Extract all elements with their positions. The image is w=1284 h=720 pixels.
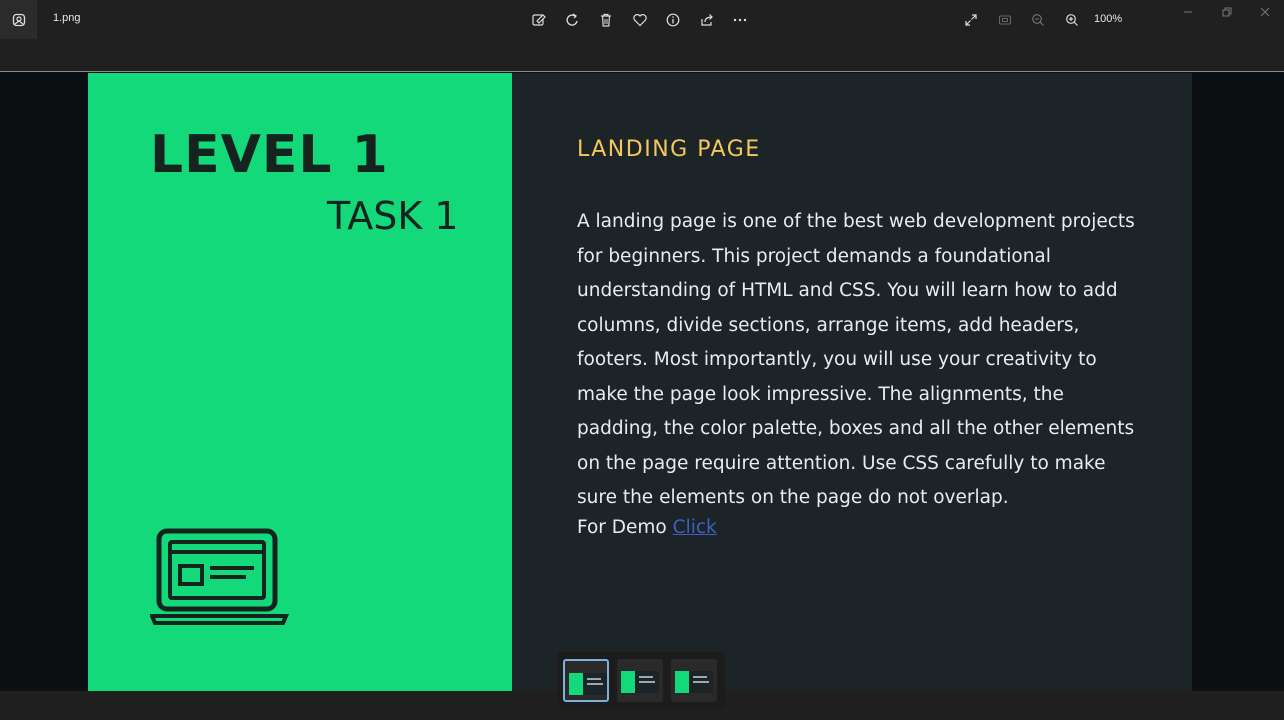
info-icon[interactable] <box>663 10 683 30</box>
filmstrip <box>557 652 725 708</box>
content-body: A landing page is one of the best web de… <box>577 211 1135 508</box>
photos-app-icon[interactable] <box>0 0 37 39</box>
fit-icon <box>995 10 1015 30</box>
more-icon[interactable] <box>730 10 750 30</box>
displayed-image: LEVEL 1 TASK 1 LANDING PAGE A landing pa… <box>88 73 1192 691</box>
share-icon[interactable] <box>697 10 717 30</box>
level-title: LEVEL 1 <box>150 125 389 185</box>
rotate-icon[interactable] <box>563 10 583 30</box>
demo-link[interactable]: Click <box>673 517 717 538</box>
demo-line: For Demo Click <box>577 517 717 538</box>
favorite-icon[interactable] <box>630 10 650 30</box>
filmstrip-thumbnail-1[interactable] <box>563 659 609 702</box>
content-heading: LANDING PAGE <box>577 137 761 162</box>
filmstrip-thumbnail-2[interactable] <box>617 659 663 702</box>
left-panel: LEVEL 1 TASK 1 <box>88 73 512 691</box>
task-title: TASK 1 <box>327 194 459 238</box>
restore-button[interactable] <box>1212 2 1242 22</box>
minimize-button[interactable] <box>1173 2 1203 22</box>
zoom-in-icon[interactable] <box>1062 10 1082 30</box>
zoom-level[interactable]: 100% <box>1094 13 1122 25</box>
edit-image-icon[interactable] <box>529 10 549 30</box>
zoom-out-icon <box>1028 10 1048 30</box>
fullscreen-icon[interactable] <box>961 10 981 30</box>
filmstrip-thumbnail-3[interactable] <box>671 659 717 702</box>
file-name: 1.png <box>53 12 81 24</box>
delete-icon[interactable] <box>596 10 616 30</box>
title-bar: 1.png 100% <box>0 0 1284 72</box>
demo-label: For Demo <box>577 517 667 538</box>
close-button[interactable] <box>1250 2 1280 22</box>
laptop-icon <box>148 528 290 632</box>
